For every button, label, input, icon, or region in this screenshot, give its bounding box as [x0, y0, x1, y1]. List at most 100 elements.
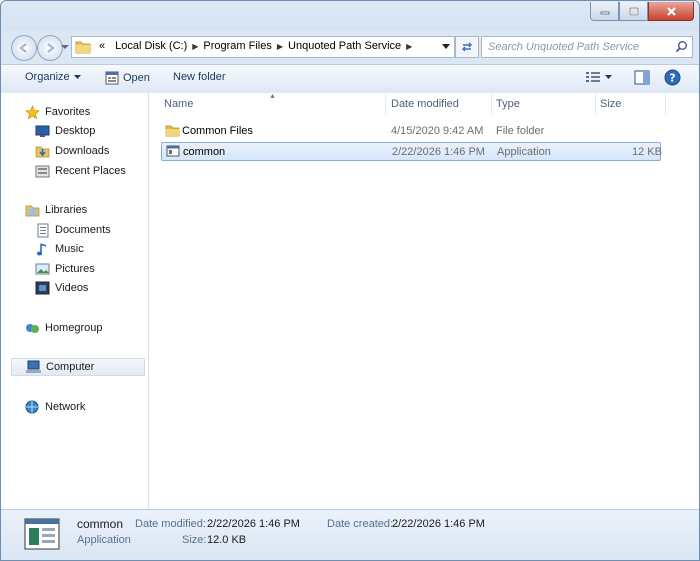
breadcrumb-program-files[interactable]: Program Files [198, 40, 276, 52]
nav-documents[interactable]: Documents [35, 221, 111, 239]
star-icon [25, 104, 40, 119]
address-bar[interactable]: « Local Disk (C:) ▶ Program Files ▶ Unqu… [71, 36, 455, 58]
details-size-value: 12.0 KB [207, 534, 247, 546]
breadcrumb-unquoted-path-service[interactable]: Unquoted Path Service [283, 40, 406, 52]
back-button[interactable] [11, 35, 37, 61]
column-divider[interactable] [595, 93, 596, 115]
nav-libraries[interactable]: Libraries [25, 201, 87, 219]
organize-label: Organize [25, 71, 70, 83]
arrow-right-icon [47, 43, 55, 53]
details-date-modified-label: Date modified: [135, 518, 206, 530]
music-icon [36, 242, 47, 255]
preview-pane-button[interactable] [634, 70, 650, 85]
column-header-name[interactable]: Name [164, 98, 193, 110]
search-icon[interactable] [675, 40, 688, 53]
application-icon [166, 145, 180, 157]
help-button[interactable]: ? [664, 69, 681, 86]
file-row-common-files[interactable]: Common Files 4/15/2020 9:42 AM File fold… [161, 122, 661, 141]
folder-icon [75, 41, 91, 54]
minimize-button[interactable] [590, 2, 619, 21]
details-size-label: Size: [182, 534, 207, 546]
column-divider[interactable] [491, 93, 492, 115]
nav-network[interactable]: Network [25, 398, 85, 416]
details-date-modified-value: 2/22/2026 1:46 PM [207, 518, 300, 530]
nav-computer-label: Computer [46, 361, 95, 373]
organize-button[interactable]: Organize [25, 71, 81, 83]
file-name: common [183, 146, 226, 158]
nav-network-label: Network [45, 401, 86, 413]
file-type: File folder [496, 125, 545, 137]
new-folder-label: New folder [173, 71, 226, 83]
network-icon [25, 400, 39, 414]
nav-pictures[interactable]: Pictures [35, 260, 95, 278]
nav-music[interactable]: Music [35, 240, 84, 258]
close-icon [666, 6, 676, 16]
homegroup-icon [26, 324, 39, 333]
nav-recent-places[interactable]: Recent Places [35, 162, 126, 180]
arrow-left-icon [19, 43, 27, 53]
new-folder-button[interactable]: New folder [173, 71, 226, 83]
nav-desktop[interactable]: Desktop [35, 122, 95, 140]
sort-ascending-icon: ▲ [269, 93, 276, 100]
column-header-type[interactable]: Type [496, 98, 520, 110]
column-divider[interactable] [385, 93, 386, 115]
chevron-down-icon [605, 74, 612, 79]
nav-recent-places-label: Recent Places [55, 165, 126, 177]
breadcrumb: « Local Disk (C:) ▶ Program Files ▶ Unqu… [94, 40, 412, 52]
explorer-window: « Local Disk (C:) ▶ Program Files ▶ Unqu… [0, 0, 700, 561]
recent-pages-dropdown-icon[interactable] [61, 43, 69, 51]
close-button[interactable] [648, 2, 694, 21]
refresh-icon [462, 42, 472, 52]
breadcrumb-overflow[interactable]: « [94, 40, 110, 52]
change-view-button[interactable] [585, 70, 612, 84]
maximize-icon [628, 6, 639, 16]
refresh-button[interactable] [455, 36, 479, 58]
open-label: Open [123, 72, 150, 84]
file-date-modified: 4/15/2020 9:42 AM [391, 125, 484, 137]
nav-videos[interactable]: Videos [35, 279, 88, 297]
pictures-icon [35, 263, 50, 275]
nav-favorites-label: Favorites [45, 106, 91, 118]
forward-button[interactable] [37, 35, 63, 61]
open-button[interactable]: Open [105, 71, 150, 85]
videos-icon [35, 281, 50, 295]
nav-libraries-label: Libraries [45, 204, 88, 216]
search-box[interactable] [481, 36, 693, 58]
computer-icon [26, 360, 41, 373]
content-area: Favorites Desktop Downloads Recent Place… [1, 93, 699, 509]
chevron-down-icon [73, 74, 81, 79]
breadcrumb-separator-icon[interactable]: ▶ [406, 42, 412, 51]
libraries-icon [25, 205, 40, 217]
column-header-date-modified[interactable]: Date modified [391, 98, 459, 110]
address-row: « Local Disk (C:) ▶ Program Files ▶ Unqu… [1, 31, 699, 63]
details-date-created-label: Date created: [327, 518, 394, 530]
documents-icon [37, 223, 49, 237]
recent-places-icon [35, 165, 50, 178]
caption-buttons [590, 2, 694, 21]
search-input[interactable] [488, 39, 668, 54]
nav-computer[interactable]: Computer [11, 358, 145, 376]
title-bar[interactable] [1, 1, 699, 31]
nav-desktop-label: Desktop [55, 125, 96, 137]
details-file-type: Application [77, 534, 131, 546]
column-divider[interactable] [665, 93, 666, 115]
nav-downloads-label: Downloads [55, 145, 110, 157]
file-list[interactable]: ▲ Name Date modified Type Size Common Fi… [149, 93, 699, 509]
nav-favorites[interactable]: Favorites [25, 103, 90, 121]
nav-downloads[interactable]: Downloads [35, 142, 109, 160]
file-row-common[interactable]: common 2/22/2026 1:46 PM Application 12 … [161, 142, 662, 161]
maximize-button[interactable] [619, 2, 648, 21]
file-size: 12 KB [632, 146, 662, 158]
breadcrumb-local-disk[interactable]: Local Disk (C:) [110, 40, 192, 52]
minimize-icon [600, 11, 609, 15]
details-date-created-value: 2/22/2026 1:46 PM [392, 518, 485, 530]
details-pane: common Application Date modified: 2/22/2… [1, 509, 699, 560]
navigation-pane[interactable]: Favorites Desktop Downloads Recent Place… [1, 93, 149, 509]
file-name: Common Files [182, 125, 253, 137]
preview-pane-icon [634, 70, 650, 85]
chevron-down-icon[interactable] [442, 44, 450, 50]
nav-homegroup[interactable]: Homegroup [25, 319, 102, 337]
column-header-size[interactable]: Size [600, 98, 621, 110]
desktop-icon [35, 125, 50, 137]
details-view-icon [586, 72, 600, 82]
